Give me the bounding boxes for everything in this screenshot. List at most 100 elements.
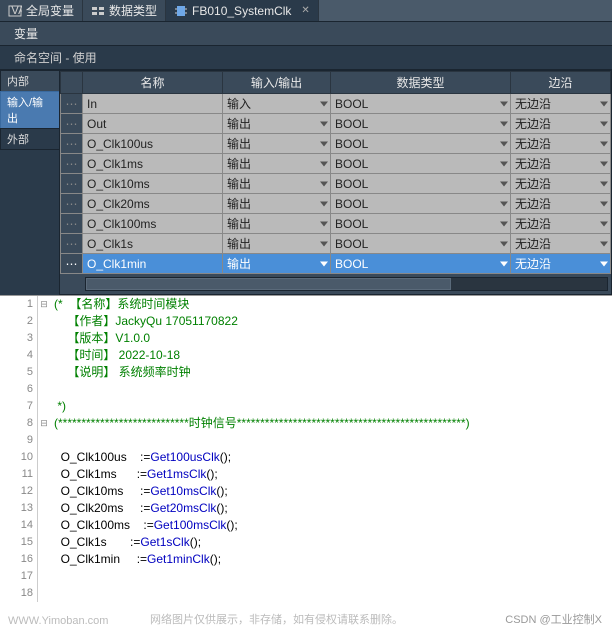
cell-dtype[interactable]: BOOL bbox=[331, 94, 511, 114]
fold-icon[interactable]: ⊟ bbox=[38, 296, 50, 313]
code-text[interactable]: (****************************时钟信号*******… bbox=[50, 415, 470, 432]
cell-name[interactable]: O_Clk20ms bbox=[83, 194, 223, 214]
cell-io[interactable]: 输出 bbox=[223, 234, 331, 254]
code-text[interactable]: O_Clk10ms :=Get10msClk(); bbox=[50, 483, 228, 500]
cell-dtype[interactable]: BOOL bbox=[331, 214, 511, 234]
code-text[interactable]: O_Clk1ms :=Get1msClk(); bbox=[50, 466, 218, 483]
code-line[interactable]: 15 O_Clk1s :=Get1sClk(); bbox=[0, 534, 612, 551]
cell-io[interactable]: 输出 bbox=[223, 174, 331, 194]
cell-io[interactable]: 输出 bbox=[223, 134, 331, 154]
row-handle[interactable]: ⋯ bbox=[61, 154, 83, 174]
chevron-down-icon[interactable] bbox=[320, 181, 328, 186]
fold-icon[interactable] bbox=[38, 585, 50, 602]
code-line[interactable]: 4 【时间】 2022-10-18 bbox=[0, 347, 612, 364]
chevron-down-icon[interactable] bbox=[600, 241, 608, 246]
fold-icon[interactable] bbox=[38, 500, 50, 517]
chevron-down-icon[interactable] bbox=[500, 161, 508, 166]
fold-icon[interactable] bbox=[38, 398, 50, 415]
chevron-down-icon[interactable] bbox=[500, 181, 508, 186]
cell-dtype[interactable]: BOOL bbox=[331, 254, 511, 274]
code-line[interactable]: 11 O_Clk1ms :=Get1msClk(); bbox=[0, 466, 612, 483]
cell-io[interactable]: 输出 bbox=[223, 214, 331, 234]
code-line[interactable]: 2 【作者】JackyQu 17051170822 bbox=[0, 313, 612, 330]
code-line[interactable]: 12 O_Clk10ms :=Get10msClk(); bbox=[0, 483, 612, 500]
fold-icon[interactable] bbox=[38, 449, 50, 466]
fold-icon[interactable] bbox=[38, 347, 50, 364]
cell-edge[interactable]: 无边沿 bbox=[511, 214, 611, 234]
table-row[interactable]: ⋯O_Clk100ms输出BOOL无边沿 bbox=[61, 214, 611, 234]
row-handle[interactable]: ⋯ bbox=[61, 254, 83, 274]
code-text[interactable]: O_Clk100ms :=Get100msClk(); bbox=[50, 517, 238, 534]
table-row[interactable]: ⋯Out输出BOOL无边沿 bbox=[61, 114, 611, 134]
fold-icon[interactable] bbox=[38, 432, 50, 449]
code-text[interactable]: O_Clk100us :=Get100usClk(); bbox=[50, 449, 231, 466]
code-line[interactable]: 9 bbox=[0, 432, 612, 449]
col-dtype[interactable]: 数据类型 bbox=[331, 72, 511, 94]
code-text[interactable] bbox=[50, 381, 54, 398]
code-text[interactable]: O_Clk1s :=Get1sClk(); bbox=[50, 534, 201, 551]
horizontal-scrollbar[interactable] bbox=[85, 277, 608, 291]
chevron-down-icon[interactable] bbox=[600, 141, 608, 146]
chevron-down-icon[interactable] bbox=[500, 121, 508, 126]
code-line[interactable]: 6 bbox=[0, 381, 612, 398]
code-line[interactable]: 17 bbox=[0, 568, 612, 585]
cell-name[interactable]: O_Clk1ms bbox=[83, 154, 223, 174]
cell-name[interactable]: O_Clk1min bbox=[83, 254, 223, 274]
cell-dtype[interactable]: BOOL bbox=[331, 194, 511, 214]
fold-icon[interactable] bbox=[38, 313, 50, 330]
row-handle[interactable]: ⋯ bbox=[61, 114, 83, 134]
fold-icon[interactable] bbox=[38, 534, 50, 551]
code-text[interactable]: *) bbox=[50, 398, 66, 415]
code-text[interactable] bbox=[50, 432, 54, 449]
chevron-down-icon[interactable] bbox=[320, 101, 328, 106]
code-line[interactable]: 5 【说明】 系统频率时钟 bbox=[0, 364, 612, 381]
chevron-down-icon[interactable] bbox=[500, 201, 508, 206]
code-text[interactable]: 【作者】JackyQu 17051170822 bbox=[50, 313, 238, 330]
chevron-down-icon[interactable] bbox=[320, 161, 328, 166]
scrollbar-thumb[interactable] bbox=[86, 278, 451, 290]
chevron-down-icon[interactable] bbox=[320, 241, 328, 246]
cell-dtype[interactable]: BOOL bbox=[331, 114, 511, 134]
code-line[interactable]: 13 O_Clk20ms :=Get20msClk(); bbox=[0, 500, 612, 517]
table-row[interactable]: ⋯O_Clk1s输出BOOL无边沿 bbox=[61, 234, 611, 254]
cell-io[interactable]: 输出 bbox=[223, 114, 331, 134]
col-edge[interactable]: 边沿 bbox=[511, 72, 611, 94]
chevron-down-icon[interactable] bbox=[500, 261, 508, 266]
fold-icon[interactable]: ⊟ bbox=[38, 415, 50, 432]
cell-io[interactable]: 输出 bbox=[223, 254, 331, 274]
code-text[interactable]: O_Clk1min :=Get1minClk(); bbox=[50, 551, 221, 568]
cell-name[interactable]: Out bbox=[83, 114, 223, 134]
chevron-down-icon[interactable] bbox=[600, 121, 608, 126]
fold-icon[interactable] bbox=[38, 517, 50, 534]
cell-edge[interactable]: 无边沿 bbox=[511, 234, 611, 254]
table-row[interactable]: ⋯O_Clk10ms输出BOOL无边沿 bbox=[61, 174, 611, 194]
namespace-header[interactable]: 命名空间 - 使用 bbox=[0, 46, 612, 70]
fold-icon[interactable] bbox=[38, 330, 50, 347]
col-io[interactable]: 输入/输出 bbox=[223, 72, 331, 94]
code-text[interactable] bbox=[50, 568, 54, 585]
fold-icon[interactable] bbox=[38, 483, 50, 500]
row-handle[interactable]: ⋯ bbox=[61, 194, 83, 214]
tab-data-types[interactable]: 数据类型 bbox=[83, 0, 166, 21]
cell-name[interactable]: O_Clk1s bbox=[83, 234, 223, 254]
table-row[interactable]: ⋯O_Clk1ms输出BOOL无边沿 bbox=[61, 154, 611, 174]
row-handle[interactable]: ⋯ bbox=[61, 234, 83, 254]
variables-header[interactable]: 变量 bbox=[0, 22, 612, 46]
row-handle[interactable]: ⋯ bbox=[61, 134, 83, 154]
code-line[interactable]: 3 【版本】V1.0.0 bbox=[0, 330, 612, 347]
chevron-down-icon[interactable] bbox=[320, 141, 328, 146]
row-handle[interactable]: ⋯ bbox=[61, 214, 83, 234]
table-row[interactable]: ⋯In输入BOOL无边沿 bbox=[61, 94, 611, 114]
table-row[interactable]: ⋯O_Clk1min输出BOOL无边沿 bbox=[61, 254, 611, 274]
cell-edge[interactable]: 无边沿 bbox=[511, 154, 611, 174]
row-handle[interactable]: ⋯ bbox=[61, 94, 83, 114]
chevron-down-icon[interactable] bbox=[320, 221, 328, 226]
chevron-down-icon[interactable] bbox=[600, 201, 608, 206]
code-text[interactable]: (* 【名称】系统时间模块 bbox=[50, 296, 189, 313]
cell-edge[interactable]: 无边沿 bbox=[511, 114, 611, 134]
code-editor[interactable]: 1⊟(* 【名称】系统时间模块2 【作者】JackyQu 17051170822… bbox=[0, 295, 612, 602]
row-handle[interactable]: ⋯ bbox=[61, 174, 83, 194]
side-tab-outer[interactable]: 外部 bbox=[0, 128, 59, 150]
cell-edge[interactable]: 无边沿 bbox=[511, 134, 611, 154]
cell-edge[interactable]: 无边沿 bbox=[511, 94, 611, 114]
